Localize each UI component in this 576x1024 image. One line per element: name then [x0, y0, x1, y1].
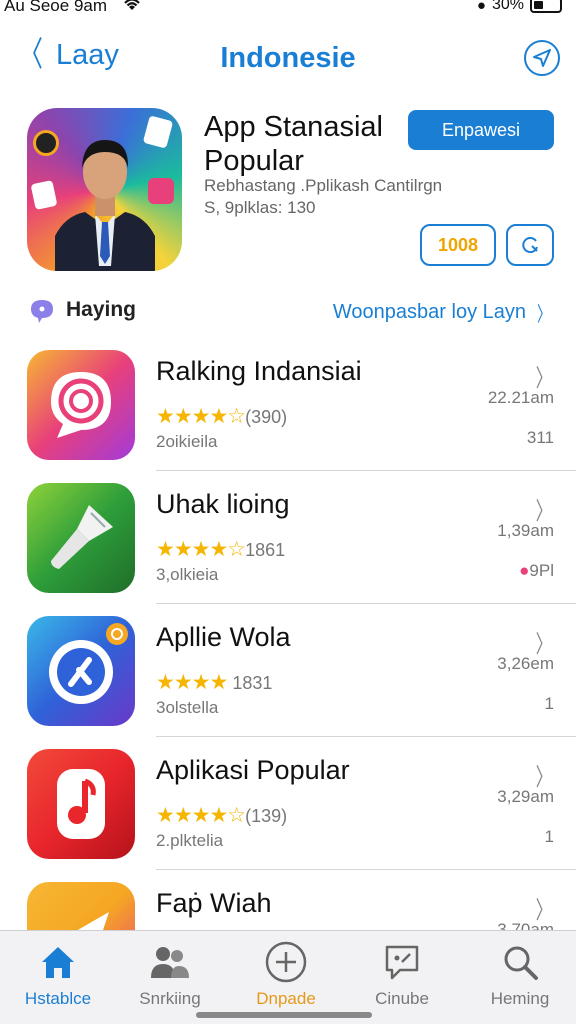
featured-meta: S, 9plklas: 130: [204, 198, 316, 217]
people-icon: [120, 939, 220, 985]
tab-label: Hstablce: [24, 989, 92, 1008]
share-button[interactable]: [506, 224, 554, 266]
app-rating: ★★★★☆(390): [156, 404, 287, 429]
battery-icon: [530, 0, 562, 13]
list-item[interactable]: Aplikasi Popular ★★★★☆(139) 2.plktelia 〉…: [0, 737, 576, 870]
status-right: ● 30%: [477, 0, 562, 14]
rating-stars: ★★★★: [156, 671, 228, 694]
app-rating: ★★★★☆(139): [156, 803, 287, 828]
tab-home[interactable]: Hstablce: [8, 939, 108, 1009]
decor-game-icon: [148, 178, 174, 204]
section-title: Haying: [66, 298, 137, 321]
app-name: Aplikasi Popular: [156, 755, 350, 785]
heart-icon: ●: [519, 561, 530, 580]
refresh-icon: [522, 237, 538, 254]
status-bar: Au Seoe 9am ● 30%: [0, 0, 576, 20]
featured-title-line2: Popular: [204, 145, 304, 177]
decor-heart-icon: [30, 179, 58, 211]
rating-badge[interactable]: 1008: [420, 224, 496, 266]
app-subtitle: 3,olkieia: [156, 565, 219, 584]
navigation-arrow-button[interactable]: [524, 40, 560, 76]
app-time: 3,29am: [497, 787, 554, 806]
app-subtitle: 2.plktelia: [156, 831, 224, 850]
tab-bar: Hstablce Snrkiing Dnpade Cinube Heming: [0, 930, 576, 1024]
app-time: 22.21am: [487, 388, 554, 407]
app-count-value: 9Pl: [529, 561, 554, 580]
tab-label: Snrkiing: [139, 989, 201, 1008]
list-item[interactable]: Apllie Wola ★★★★ 1831 3olstella 〉 3,26em…: [0, 604, 576, 737]
app-name: Uhak lioing: [156, 489, 290, 519]
app-count: 311: [526, 428, 554, 447]
rating-stars: ★★★★☆: [156, 405, 246, 428]
app-time: 3,26em: [497, 654, 554, 673]
app-subtitle: 3olstella: [156, 698, 219, 717]
app-icon-phone: [27, 616, 135, 726]
wifi-icon: [122, 0, 142, 17]
location-icon: ●: [476, 0, 486, 14]
decor-sticker-icon: [33, 130, 59, 156]
tab-people[interactable]: Snrkiing: [120, 939, 220, 1009]
featured-subtitle: Rebhastang .Pplikash Cantilrgn: [204, 176, 443, 195]
tab-label: Heming: [490, 989, 550, 1008]
app-time: 1,39am: [497, 521, 554, 540]
decor-card-icon: [142, 115, 174, 149]
search-icon: [470, 939, 570, 985]
app-count: 1: [544, 827, 554, 846]
app-icon-music: [27, 749, 135, 859]
get-button[interactable]: Enpawesi: [408, 110, 554, 150]
home-indicator: [196, 1012, 372, 1018]
app-name: Faṗ Wiah: [156, 888, 272, 918]
person-portrait-icon: [55, 140, 155, 271]
battery-percent: 30%: [491, 0, 524, 13]
rating-count: (139): [245, 806, 288, 826]
app-count: ●9Pl: [519, 561, 554, 581]
navigation-arrow-icon: [533, 49, 551, 67]
featured-app-icon[interactable]: [27, 108, 182, 271]
see-all-link[interactable]: Woonpasbar loy Layn 〉: [333, 298, 554, 327]
app-icon-microphone: [27, 483, 135, 593]
rating-count: 1831: [232, 673, 273, 693]
tab-label: Dnpade: [256, 989, 316, 1008]
rating-count: (390): [245, 407, 288, 427]
chat-icon: [352, 939, 452, 985]
tab-add[interactable]: Dnpade: [236, 939, 336, 1009]
featured-title-line1: App Stanasial: [204, 111, 383, 143]
app-subtitle: 2oikieila: [156, 432, 218, 451]
chat-bubble-icon: [31, 300, 53, 323]
chevron-right-icon: 〉: [537, 304, 551, 326]
rating-stars: ★★★★☆: [156, 538, 246, 561]
tab-search[interactable]: Heming: [470, 939, 570, 1009]
home-icon: [8, 939, 108, 985]
see-all-label: Woonpasbar loy Layn: [332, 301, 526, 323]
tab-label: Cinube: [375, 989, 429, 1008]
list-item[interactable]: Uhak lioing ★★★★☆1861 3,olkieia 〉 1,39am…: [0, 471, 576, 604]
plus-circle-icon: [236, 939, 336, 985]
app-rating: ★★★★☆1861: [156, 537, 285, 562]
featured-app-title: App Stanasial Popular: [204, 110, 383, 178]
rating-stars: ★★★★☆: [156, 804, 246, 827]
app-count: 1: [544, 694, 554, 713]
app-name: Ralking Indansiai: [156, 356, 362, 386]
app-icon-chat: [27, 350, 135, 460]
rating-count: 1861: [245, 540, 286, 560]
app-name: Apllie Wola: [156, 622, 291, 652]
list-item[interactable]: Ralking Indansiai ★★★★☆(390) 2oikieila 〉…: [0, 338, 576, 471]
app-rating: ★★★★ 1831: [156, 670, 272, 695]
page-title: Indonesie: [220, 42, 356, 74]
status-time: Au Seoe 9am: [4, 0, 108, 15]
tab-chat[interactable]: Cinube: [352, 939, 452, 1009]
